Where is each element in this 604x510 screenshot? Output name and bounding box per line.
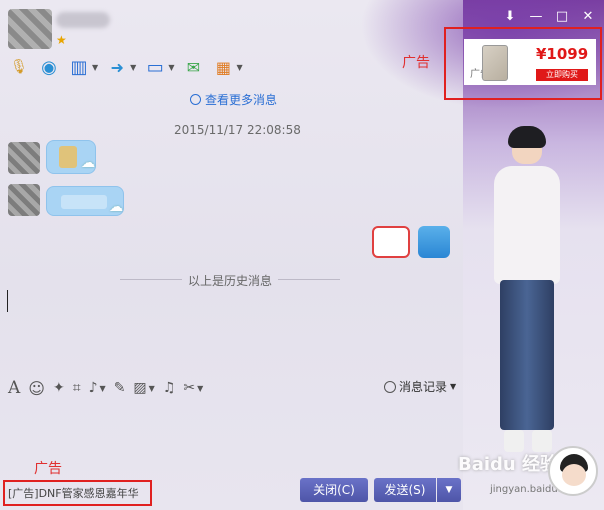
top-ad-banner[interactable]: 广告 ¥1099 立即购买 (444, 27, 602, 100)
ad-card: 广告 ¥1099 立即购买 (464, 39, 596, 85)
ad-annotation: 广告 (34, 461, 62, 477)
magic-icon[interactable]: ✦ (53, 380, 65, 396)
apps-icon: ▦ (215, 57, 232, 77)
ad-text: [广告]DNF管家感恩嘉年华 (8, 487, 139, 500)
cloud-decoration-icon: ☁ (109, 199, 123, 215)
voice-message-icon[interactable]: ♪ ▼ (89, 380, 106, 396)
font-icon[interactable]: A (8, 378, 20, 398)
sender-avatar[interactable] (8, 142, 40, 174)
input-toolbar: A ☺ ✦ ⌗ ♪ ▼ ✎ ▨ ▼ ♫ ✂ ▼ (8, 376, 211, 400)
chevron-down-icon[interactable]: ▼ (100, 384, 106, 393)
cut-icon: ✂ (183, 380, 196, 396)
apps-button[interactable]: ▦ ▼ (212, 55, 243, 79)
emoji-icon[interactable]: ☺ (28, 379, 45, 398)
message-bubble[interactable]: ☁ (46, 140, 96, 174)
sticker-image (59, 146, 77, 168)
message-area: 查看更多消息 2015/11/17 22:08:58 ☁ ☁ 以上是历史消息 (0, 84, 463, 374)
music-icon[interactable]: ♫ (163, 380, 176, 396)
message-icon: ✉ (186, 57, 201, 77)
screenshot-icon[interactable]: ⌗ (73, 380, 81, 396)
ad-annotation: 广告 (402, 55, 430, 71)
microphone-icon: ♪ (88, 380, 98, 396)
edit-icon[interactable]: ✎ (114, 380, 126, 396)
clock-icon (384, 380, 396, 393)
message-history-label: 消息记录 (399, 380, 448, 394)
share-screen-button[interactable]: ▥ ▼ (68, 55, 98, 79)
chevron-down-icon[interactable]: ▼ (168, 63, 174, 72)
video-call-button[interactable]: ◉ (38, 55, 60, 79)
sent-sticker[interactable] (372, 226, 410, 258)
scissors-icon[interactable]: ✂ ▼ (183, 380, 203, 396)
chat-toolbar: 🎙 ◉ ▥ ▼ ➜ ▼ ▭ ▼ ✉ ▦ ▼ (8, 54, 251, 80)
text-cursor (7, 290, 8, 312)
figure-jeans (500, 280, 554, 430)
microphone-icon: 🎙 (10, 59, 28, 75)
chat-window: ★ ⬇ — □ ✕ 🎙 ◉ ▥ ▼ ➜ ▼ ▭ ▼ ✉ ▦ ▼ 查看更多消息 2015/… (0, 0, 604, 510)
phone-product-image (482, 45, 508, 81)
send-options-button[interactable]: ▼ (437, 478, 461, 502)
load-more-messages-link[interactable]: 查看更多消息 (190, 91, 277, 108)
picture-icon: ▨ (133, 380, 147, 396)
chevron-down-icon[interactable]: ▼ (130, 63, 136, 72)
buy-now-button[interactable]: 立即购买 (536, 69, 588, 81)
chevron-down-icon[interactable]: ▼ (197, 384, 203, 393)
send-file-button[interactable]: ➜ ▼ (106, 55, 136, 79)
figure-shoe (532, 430, 552, 452)
maximize-button[interactable]: □ (552, 8, 572, 26)
screen-share-icon: ▥ (70, 56, 88, 78)
message-timestamp: 2015/11/17 22:08:58 (174, 123, 301, 137)
sms-button[interactable]: ✉ (182, 55, 204, 79)
star-icon: ★ (56, 33, 67, 47)
remote-desktop-icon: ▭ (146, 56, 164, 78)
baidu-watermark: Baidu 经验 (458, 454, 559, 475)
own-chibi-avatar[interactable] (548, 446, 598, 496)
ad-price: ¥1099 (536, 45, 589, 63)
minimize-button[interactable]: — (526, 8, 546, 26)
settings-icon[interactable]: ⬇ (500, 8, 520, 26)
bottom-ad-banner[interactable]: [广告]DNF管家感恩嘉年华 (3, 480, 152, 506)
message-bubble[interactable]: ☁ (46, 186, 124, 216)
contact-avatar[interactable] (8, 9, 52, 49)
send-button[interactable]: 发送(S) (374, 478, 436, 502)
sender-avatar[interactable] (8, 184, 40, 216)
file-transfer-icon: ➜ (110, 57, 124, 77)
chevron-down-icon[interactable]: ▼ (92, 63, 98, 72)
camera-icon: ◉ (41, 56, 57, 78)
close-button[interactable]: 关闭(C) (300, 478, 368, 502)
clock-icon (190, 94, 201, 105)
voice-call-button[interactable]: 🎙 (8, 55, 30, 79)
image-icon[interactable]: ▨ ▼ (133, 380, 154, 396)
history-divider: 以上是历史消息 (120, 272, 340, 289)
remote-desktop-button[interactable]: ▭ ▼ (144, 55, 175, 79)
own-avatar[interactable] (418, 226, 450, 258)
figure-shirt (494, 166, 560, 284)
show-avatar-figure (486, 126, 568, 460)
contact-name (56, 12, 110, 28)
redacted-message-text (61, 195, 107, 209)
chevron-down-icon[interactable]: ▼ (450, 382, 456, 391)
chibi-face (562, 464, 586, 486)
chevron-down-icon[interactable]: ▼ (149, 384, 155, 393)
message-history-button[interactable]: 消息记录 ▼ (384, 378, 456, 395)
cloud-decoration-icon: ☁ (81, 155, 95, 171)
chevron-down-icon[interactable]: ▼ (236, 63, 242, 72)
figure-hair (508, 126, 546, 148)
figure-shoe (504, 430, 524, 452)
close-window-button[interactable]: ✕ (578, 8, 598, 26)
load-more-label: 查看更多消息 (205, 93, 278, 107)
